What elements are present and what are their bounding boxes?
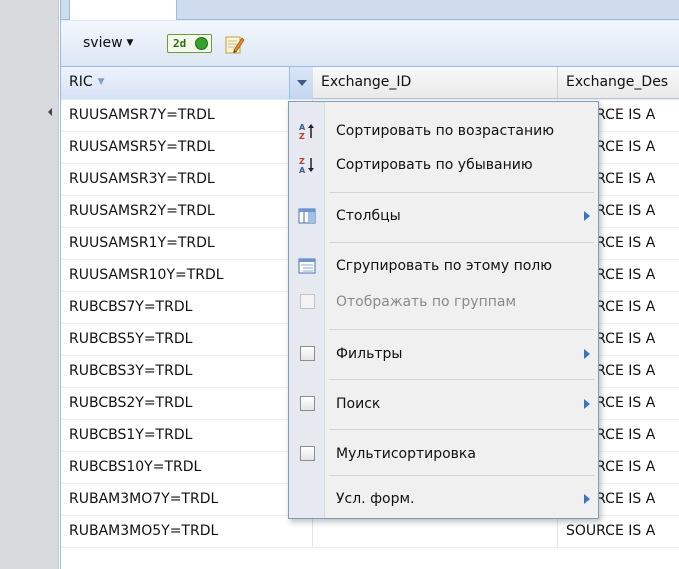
checkbox-icon[interactable] bbox=[300, 346, 315, 361]
column-context-menu: A Z Сортировать по возрастанию Z A Сортироват… bbox=[288, 101, 599, 519]
menu-separator bbox=[329, 242, 594, 243]
column-header-exchange-desc[interactable]: Exchange_Des bbox=[558, 67, 679, 99]
table-row[interactable]: RUBAM3MO5Y=TRDL SOURCE IS A bbox=[61, 516, 679, 548]
menu-separator bbox=[329, 475, 594, 476]
menu-item-8[interactable]: Мультисортировка bbox=[289, 437, 598, 471]
menu-item-2[interactable]: Z A Сортировать по убыванию bbox=[289, 148, 598, 182]
cell-ric: RUBCBS2Y=TRDL bbox=[61, 388, 313, 419]
cell-ric: RUBAM3MO7Y=TRDL bbox=[61, 484, 313, 515]
cell-ric: RUUSAMSR5Y=TRDL bbox=[61, 132, 313, 163]
menu-item-label: Мультисортировка bbox=[336, 446, 476, 462]
menu-item-label: Сортировать по убыванию bbox=[336, 157, 533, 173]
submenu-arrow-icon bbox=[584, 211, 590, 221]
view-selector-label: sview bbox=[83, 35, 123, 51]
view-selector-button[interactable]: sview ▼ bbox=[83, 35, 133, 51]
tab-strip bbox=[61, 0, 679, 20]
menu-item-label: Усл. форм. bbox=[336, 491, 415, 507]
cell-ric: RUBCBS5Y=TRDL bbox=[61, 324, 313, 355]
left-collapsed-panel bbox=[0, 0, 59, 569]
columns-icon bbox=[298, 207, 316, 225]
toggle-2d-button[interactable]: 2d bbox=[167, 34, 212, 53]
menu-separator bbox=[329, 429, 594, 430]
cell-ric: RUUSAMSR3Y=TRDL bbox=[61, 164, 313, 195]
sort-ascending-icon: AZ bbox=[298, 122, 316, 141]
tab-active[interactable] bbox=[69, 0, 177, 20]
sort-descending-icon: ZA bbox=[298, 156, 316, 175]
cell-ric: RUBCBS10Y=TRDL bbox=[61, 452, 313, 483]
sort-indicator-icon: ▼ bbox=[97, 77, 105, 87]
submenu-arrow-icon bbox=[584, 399, 590, 409]
column-header-ric-label: RIC bbox=[69, 74, 93, 90]
cell-ric: RUBCBS7Y=TRDL bbox=[61, 292, 313, 323]
svg-text:A: A bbox=[299, 166, 306, 174]
cell-ric: RUUSAMSR2Y=TRDL bbox=[61, 196, 313, 227]
menu-separator bbox=[329, 329, 594, 330]
menu-item-1[interactable]: A Z Сортировать по возрастанию bbox=[289, 114, 598, 148]
column-header-exchange-id-label: Exchange_ID bbox=[321, 74, 412, 90]
checkbox-icon bbox=[300, 294, 315, 309]
cell-ric: RUBAM3MO5Y=TRDL bbox=[61, 516, 313, 547]
grid-toolbar: sview ▼ 2d bbox=[61, 21, 679, 67]
menu-item-4[interactable]: Сгрупировать по этому полю bbox=[289, 249, 598, 283]
menu-item-label: Столбцы bbox=[336, 208, 401, 224]
toggle-2d-label: 2d bbox=[173, 37, 187, 50]
cell-exchange-desc: SOURCE IS A bbox=[566, 523, 656, 539]
column-menu-trigger[interactable] bbox=[289, 67, 313, 99]
checkbox-icon[interactable] bbox=[300, 446, 315, 461]
column-header-ric[interactable]: RIC ▼ bbox=[61, 67, 313, 99]
checkbox-icon[interactable] bbox=[300, 396, 315, 411]
menu-item-label: Отображать по группам bbox=[336, 294, 517, 310]
menu-separator bbox=[329, 192, 594, 193]
expand-left-arrow-icon[interactable] bbox=[48, 108, 52, 116]
menu-item-label: Поиск bbox=[336, 396, 381, 412]
cell-ric: RUUSAMSR7Y=TRDL bbox=[61, 100, 313, 131]
grid-header: RIC ▼ Exchange_ID Exchange_Des bbox=[61, 67, 679, 99]
svg-text:Z: Z bbox=[299, 132, 305, 140]
menu-item-6[interactable]: Фильтры bbox=[289, 337, 598, 371]
svg-text:Z: Z bbox=[299, 157, 305, 166]
edit-notes-icon[interactable] bbox=[223, 33, 245, 55]
menu-item-label: Фильтры bbox=[336, 346, 403, 362]
menu-item-5: Отображать по группам bbox=[289, 285, 598, 319]
cell-exchange-id bbox=[313, 516, 558, 547]
column-header-exchange-desc-label: Exchange_Des bbox=[566, 74, 669, 90]
status-dot-icon bbox=[195, 37, 208, 50]
chevron-down-icon: ▼ bbox=[126, 38, 134, 48]
cell-ric: RUUSAMSR10Y=TRDL bbox=[61, 260, 313, 291]
chevron-down-icon bbox=[297, 80, 307, 86]
group-by-icon bbox=[298, 257, 316, 275]
menu-separator bbox=[329, 379, 594, 380]
cell-ric: RUBCBS1Y=TRDL bbox=[61, 420, 313, 451]
menu-item-3[interactable]: Столбцы bbox=[289, 199, 598, 233]
submenu-arrow-icon bbox=[584, 494, 590, 504]
menu-item-label: Сгрупировать по этому полю bbox=[336, 258, 553, 274]
cell-ric: RUUSAMSR1Y=TRDL bbox=[61, 228, 313, 259]
column-header-exchange-id[interactable]: Exchange_ID bbox=[313, 67, 558, 99]
menu-item-label: Сортировать по возрастанию bbox=[336, 123, 554, 139]
cell-ric: RUBCBS3Y=TRDL bbox=[61, 356, 313, 387]
menu-item-7[interactable]: Поиск bbox=[289, 387, 598, 421]
submenu-arrow-icon bbox=[584, 349, 590, 359]
svg-text:A: A bbox=[299, 123, 306, 132]
menu-item-9[interactable]: Усл. форм. bbox=[289, 482, 598, 516]
